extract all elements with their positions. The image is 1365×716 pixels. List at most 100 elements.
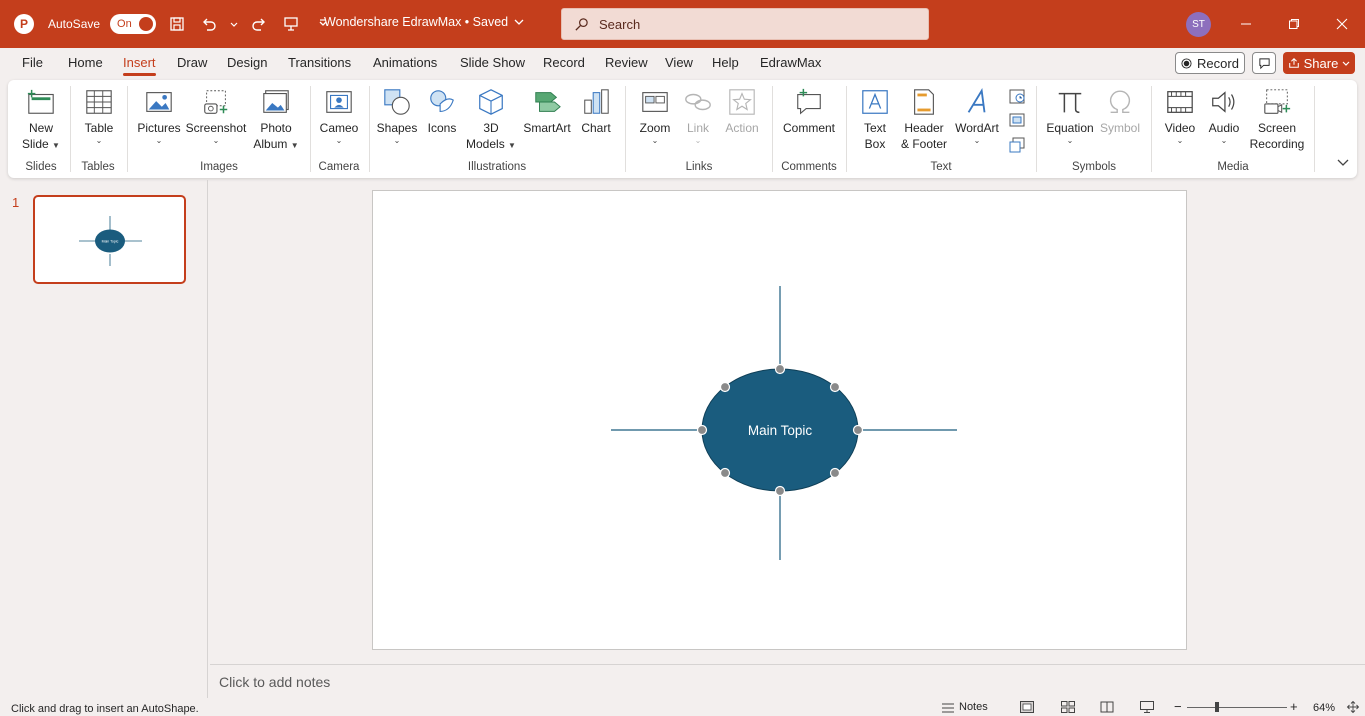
wordart-button[interactable]: WordArt ⌄ [953, 86, 1001, 146]
fit-to-window-icon[interactable] [1346, 701, 1360, 713]
notes-toggle-button[interactable]: Notes [941, 701, 988, 713]
avatar[interactable]: ST [1186, 12, 1211, 37]
present-icon[interactable] [280, 13, 302, 35]
chevron-down-icon: ⌄ [694, 136, 702, 145]
zoom-slider[interactable] [1187, 707, 1287, 708]
audio-button[interactable]: Audio ⌄ [1205, 86, 1243, 146]
header-footer-label: Header [904, 121, 944, 135]
object-icon[interactable] [1008, 136, 1026, 154]
photo-album-icon [260, 86, 292, 118]
tab-record[interactable]: Record [543, 55, 585, 70]
smartart-button[interactable]: SmartArt [520, 86, 574, 136]
save-icon[interactable] [166, 13, 188, 35]
resize-handle[interactable] [829, 381, 841, 393]
resize-handle[interactable] [719, 381, 731, 393]
document-title[interactable]: Wondershare EdrawMax • Saved [324, 15, 524, 29]
shapes-label: Shapes [376, 121, 418, 135]
autosave-toggle[interactable]: On [110, 14, 157, 34]
comment-button[interactable]: Comment [780, 86, 838, 136]
group-separator [70, 86, 71, 172]
record-icon [1181, 57, 1192, 69]
resize-handle[interactable] [696, 424, 708, 436]
resize-handle[interactable] [829, 467, 841, 479]
link-button[interactable]: Link ⌄ [680, 86, 716, 146]
pictures-button[interactable]: Pictures ⌄ [136, 86, 182, 146]
tab-draw[interactable]: Draw [177, 55, 207, 70]
header-footer-button[interactable]: Header & Footer [898, 86, 950, 152]
zoom-level[interactable]: 64% [1313, 702, 1335, 714]
new-slide-icon [25, 86, 57, 118]
undo-icon[interactable] [198, 13, 220, 35]
notes-pane[interactable]: Click to add notes [210, 664, 1365, 697]
restore-icon[interactable] [1284, 14, 1304, 34]
tab-slide-show[interactable]: Slide Show [460, 55, 525, 70]
record-button[interactable]: Record [1175, 52, 1245, 74]
slide-thumbnail[interactable]: Main Topic [33, 195, 186, 284]
chevron-down-icon [514, 19, 524, 25]
tab-edrawmax[interactable]: EdrawMax [760, 55, 821, 70]
zoom-slider-thumb[interactable] [1215, 702, 1219, 712]
group-separator [310, 86, 311, 172]
tab-file[interactable]: File [22, 55, 43, 70]
pictures-label: Pictures [137, 121, 181, 135]
close-icon[interactable] [1332, 14, 1352, 34]
tab-review[interactable]: Review [605, 55, 648, 70]
main-topic-text[interactable]: Main Topic [748, 423, 813, 438]
search-input[interactable]: Search [561, 8, 929, 40]
redo-icon[interactable] [248, 13, 270, 35]
share-button[interactable]: Share [1283, 52, 1355, 74]
undo-dropdown-icon[interactable] [230, 13, 238, 35]
screen-recording-icon [1261, 86, 1293, 118]
resize-handle[interactable] [719, 467, 731, 479]
screenshot-label: Screenshot [185, 121, 247, 135]
text-box-label: Text [863, 121, 886, 135]
slideshow-view-icon[interactable] [1140, 701, 1154, 713]
screen-recording-button[interactable]: Screen Recording [1248, 86, 1306, 152]
3d-models-button[interactable]: 3D Models ▼ [464, 86, 518, 152]
symbol-button[interactable]: Symbol [1098, 86, 1142, 136]
comments-button[interactable] [1252, 52, 1276, 74]
text-box-button[interactable]: Text Box [856, 86, 894, 152]
new-slide-button[interactable]: New Slide ▼ [22, 86, 60, 152]
collapse-ribbon-chevron-icon[interactable] [1336, 158, 1350, 168]
tab-transitions[interactable]: Transitions [288, 55, 351, 70]
tab-animations[interactable]: Animations [373, 55, 437, 70]
slide-number-icon[interactable] [1008, 111, 1026, 129]
normal-view-icon[interactable] [1020, 701, 1034, 713]
screenshot-button[interactable]: Screenshot ⌄ [186, 86, 246, 146]
status-message: Click and drag to insert an AutoShape. [11, 703, 199, 715]
date-time-icon[interactable] [1008, 87, 1026, 105]
resize-handle[interactable] [852, 424, 864, 436]
equation-button[interactable]: Equation ⌄ [1044, 86, 1096, 146]
slide-sorter-icon[interactable] [1061, 701, 1075, 713]
powerpoint-logo-icon: P [14, 14, 34, 34]
zoom-out-button[interactable]: − [1174, 699, 1182, 714]
group-slides-label: Slides [25, 161, 57, 173]
screenshot-icon [200, 86, 232, 118]
icons-button[interactable]: Icons [424, 86, 460, 136]
zoom-button[interactable]: Zoom ⌄ [635, 86, 675, 146]
tab-insert[interactable]: Insert [123, 55, 156, 76]
zoom-in-button[interactable]: + [1290, 699, 1298, 714]
header-footer-icon [908, 86, 940, 118]
tab-view[interactable]: View [665, 55, 693, 70]
shapes-button[interactable]: Shapes ⌄ [376, 86, 418, 146]
table-button[interactable]: Table ⌄ [82, 86, 116, 146]
video-button[interactable]: Video ⌄ [1160, 86, 1200, 146]
3d-models-label: 3D [483, 121, 499, 135]
chevron-down-icon: ⌄ [973, 136, 981, 145]
equation-icon [1054, 86, 1086, 118]
minimize-icon[interactable] [1236, 14, 1256, 34]
resize-handle[interactable] [774, 485, 786, 497]
tab-design[interactable]: Design [227, 55, 267, 70]
slide-canvas[interactable]: Main Topic [372, 190, 1187, 650]
action-button[interactable]: Action [722, 86, 762, 136]
reading-view-icon[interactable] [1100, 701, 1114, 713]
chart-button[interactable]: Chart [578, 86, 614, 136]
smartart-label: SmartArt [523, 121, 571, 135]
cameo-button[interactable]: Cameo ⌄ [318, 86, 360, 146]
resize-handle[interactable] [774, 363, 786, 375]
tab-home[interactable]: Home [68, 55, 103, 70]
photo-album-button[interactable]: Photo Album ▼ [250, 86, 302, 152]
tab-help[interactable]: Help [712, 55, 739, 70]
